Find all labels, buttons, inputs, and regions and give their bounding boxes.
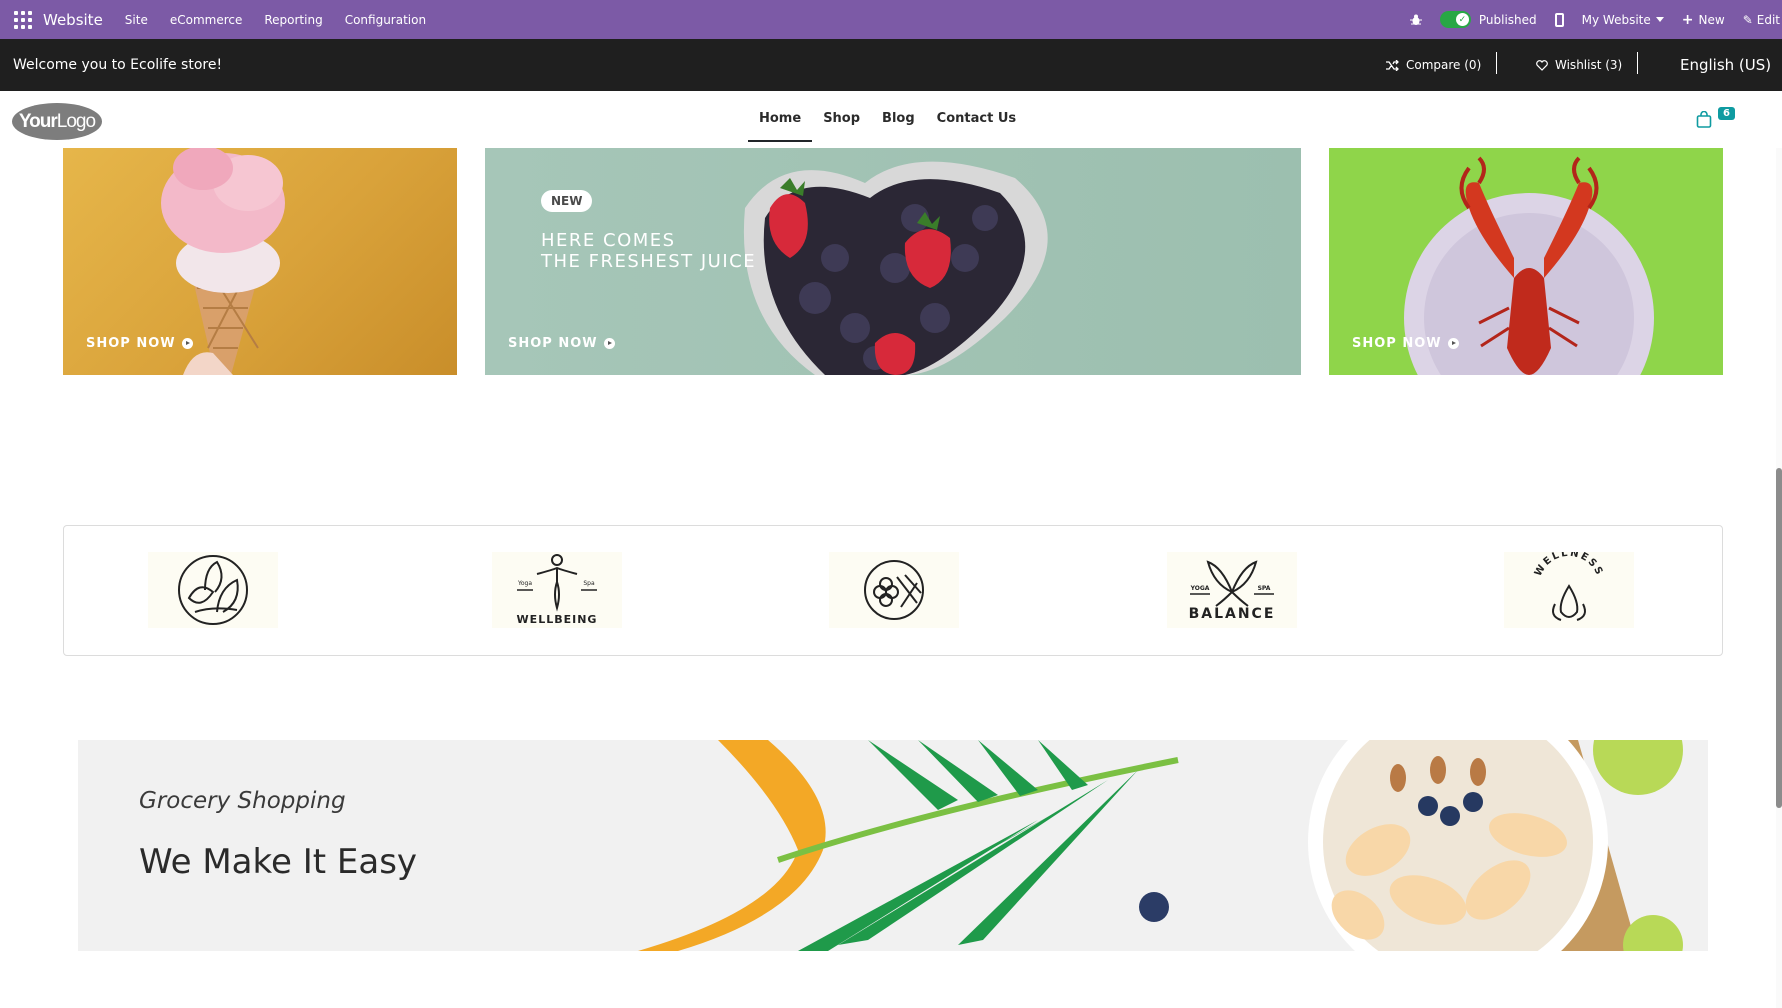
wellbeing-yoga-text: Yoga xyxy=(517,580,532,587)
flower-circle-icon xyxy=(864,560,924,620)
caret-down-icon xyxy=(1655,17,1664,22)
language-selector[interactable]: English (US) xyxy=(1680,39,1771,91)
arrow-circle-right-icon xyxy=(1447,338,1459,349)
top-announcement-bar: Welcome you to Ecolife store! Compare (0… xyxy=(0,39,1782,91)
menu-site[interactable]: Site xyxy=(125,13,148,27)
page-scrollbar-thumb[interactable] xyxy=(1776,468,1782,808)
balance-text: BALANCE xyxy=(1189,606,1276,622)
app-name[interactable]: Website xyxy=(43,11,103,29)
banner-ice-cream[interactable]: SHOP NOW xyxy=(63,148,457,375)
debug-bug-icon[interactable] xyxy=(1409,14,1422,26)
mobile-phone-icon xyxy=(1554,12,1564,27)
edit-button[interactable]: ✎ Edit xyxy=(1743,13,1780,27)
shop-now-label: SHOP NOW xyxy=(1352,336,1442,351)
logo-text-thin: Logo xyxy=(56,110,96,132)
brand-logo-balance[interactable]: YOGA SPA BALANCE xyxy=(1167,552,1297,628)
check-icon: ✓ xyxy=(1455,13,1469,26)
brand-logo-wellness[interactable]: WELLNESS xyxy=(1504,552,1634,628)
website-switcher-label: My Website xyxy=(1581,12,1651,27)
menu-reporting[interactable]: Reporting xyxy=(264,13,322,27)
brand-logo-flower[interactable] xyxy=(829,552,959,628)
banner-title-line-2: THE FRESHEST JUICE xyxy=(541,251,757,272)
apps-menu-icon[interactable] xyxy=(13,10,33,30)
divider xyxy=(1637,52,1638,74)
shopping-bag-icon xyxy=(1696,111,1712,128)
edit-label: Edit xyxy=(1756,12,1780,27)
odoo-admin-bar: Website Site eCommerce Reporting Configu… xyxy=(0,0,1782,39)
brand-logo-wellbeing[interactable]: Yoga Spa WELLBEING xyxy=(492,552,622,628)
shop-now-label: SHOP NOW xyxy=(86,336,176,351)
menu-configuration[interactable]: Configuration xyxy=(345,13,426,27)
published-label: Published xyxy=(1478,12,1537,27)
compare-label: Compare (0) xyxy=(1406,58,1482,72)
water-drop-icon: WELLNESS xyxy=(1533,552,1605,621)
new-button[interactable]: + New xyxy=(1682,12,1725,28)
compare-link[interactable]: Compare (0) xyxy=(1386,39,1481,91)
wishlist-label: Wishlist (3) xyxy=(1555,58,1623,72)
website-switcher[interactable]: My Website xyxy=(1582,13,1664,27)
grocery-subtitle: Grocery Shopping xyxy=(139,788,346,814)
site-header: Your Logo Home Shop Blog Contact Us 6 xyxy=(0,91,1782,148)
shop-now-link[interactable]: SHOP NOW xyxy=(86,336,193,351)
nav-contact-us[interactable]: Contact Us xyxy=(926,91,1027,148)
shop-now-label: SHOP NOW xyxy=(508,336,598,351)
yoga-figure-icon: Yoga Spa WELLBEING xyxy=(517,554,598,626)
wellbeing-text: WELLBEING xyxy=(517,613,598,626)
divider xyxy=(1496,52,1497,74)
new-badge: NEW xyxy=(541,190,593,212)
balance-spa-text: SPA xyxy=(1258,585,1271,592)
nav-blog[interactable]: Blog xyxy=(871,91,926,148)
grocery-headline: We Make It Easy xyxy=(139,842,418,882)
site-logo[interactable]: Your Logo xyxy=(12,103,102,140)
wellbeing-spa-text: Spa xyxy=(583,580,595,587)
brand-logo-leaves[interactable] xyxy=(148,552,278,628)
grocery-banner: Grocery Shopping We Make It Easy xyxy=(78,740,1708,951)
svg-text:WELLNESS: WELLNESS xyxy=(1533,552,1605,578)
balance-yoga-text: YOGA xyxy=(1190,585,1210,592)
wishlist-link[interactable]: Wishlist (3) xyxy=(1536,39,1622,91)
toggle-switch[interactable]: ✓ xyxy=(1439,11,1471,28)
plus-icon: + xyxy=(1681,11,1694,28)
cart-count-badge: 6 xyxy=(1718,107,1735,120)
arrow-circle-right-icon xyxy=(181,338,193,349)
main-navigation: Home Shop Blog Contact Us xyxy=(748,91,1027,148)
nav-shop[interactable]: Shop xyxy=(812,91,871,148)
shop-now-link[interactable]: SHOP NOW xyxy=(1352,336,1459,351)
published-toggle[interactable]: ✓ Published xyxy=(1439,11,1537,28)
banner-lobster[interactable]: SHOP NOW xyxy=(1329,148,1723,375)
banner-freshest-juice[interactable]: NEW HERE COMES THE FRESHEST JUICE SHOP N… xyxy=(485,148,1301,375)
banner-title: HERE COMES THE FRESHEST JUICE xyxy=(541,230,756,272)
menu-ecommerce[interactable]: eCommerce xyxy=(170,13,243,27)
brand-logos-strip: Yoga Spa WELLBEING YOGA SPA BALANCE WELL… xyxy=(63,525,1723,656)
shop-now-link[interactable]: SHOP NOW xyxy=(508,336,615,351)
banner-title-line-1: HERE COMES xyxy=(541,230,676,251)
butterfly-leaf-icon: YOGA SPA BALANCE xyxy=(1189,560,1276,622)
pencil-icon: ✎ xyxy=(1742,12,1753,27)
new-label: New xyxy=(1698,12,1725,27)
heart-icon xyxy=(1536,59,1548,71)
mobile-preview-button[interactable] xyxy=(1554,12,1564,27)
shuffle-icon xyxy=(1386,59,1399,71)
nav-home[interactable]: Home xyxy=(748,91,813,148)
logo-text-bold: Your xyxy=(18,110,58,132)
welcome-message: Welcome you to Ecolife store! xyxy=(13,57,223,73)
leaves-circle-icon xyxy=(178,555,248,625)
wellness-text: WELLNESS xyxy=(1533,552,1603,578)
arrow-circle-right-icon xyxy=(603,338,615,349)
